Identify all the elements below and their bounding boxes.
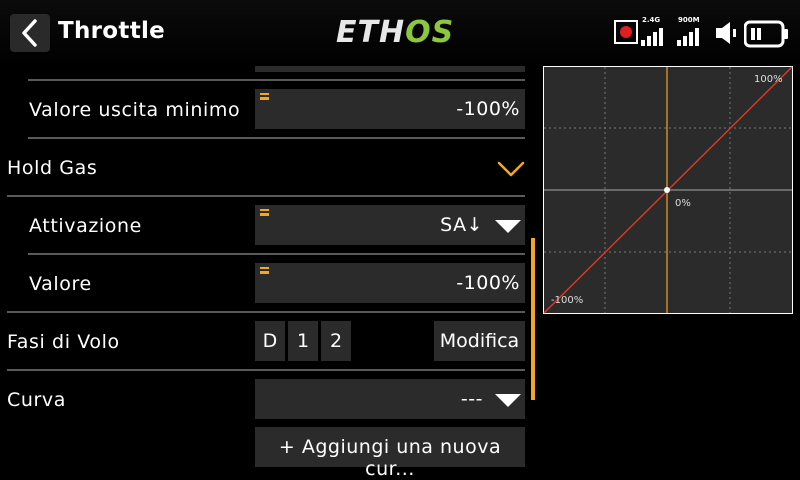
graph-min-label: -100%: [551, 295, 583, 306]
curve-label: Curva: [7, 389, 67, 411]
curve-graph: 100% 0% -100%: [543, 66, 793, 314]
edit-indicator-icon: [260, 209, 269, 216]
min-output-value: -100%: [456, 98, 520, 120]
flight-mode-d-button[interactable]: D: [255, 321, 285, 361]
separator: [7, 311, 525, 313]
record-icon: [614, 20, 638, 44]
previous-field: [255, 66, 525, 72]
activation-label: Attivazione: [29, 215, 142, 237]
edit-flight-modes-button[interactable]: Modifica: [434, 321, 525, 361]
page-title: Throttle: [58, 18, 166, 44]
separator: [7, 369, 525, 371]
back-icon[interactable]: [10, 14, 50, 52]
activation-value: SA↓: [440, 214, 483, 236]
graph-max-label: 100%: [754, 74, 783, 85]
min-output-field[interactable]: -100%: [255, 89, 525, 129]
rx-2g4-signal-icon: 2.4G: [640, 16, 668, 46]
add-curve-button[interactable]: + Aggiungi una nuova cur...: [255, 427, 525, 480]
value-field[interactable]: -100%: [255, 263, 525, 303]
dropdown-arrow-icon: [495, 220, 521, 233]
separator: [7, 195, 525, 197]
header-bar: Throttle ETHOS 2.4G 900M: [0, 0, 800, 66]
volume-icon[interactable]: [714, 20, 742, 46]
separator: [28, 137, 525, 139]
min-output-label: Valore uscita minimo: [29, 99, 241, 121]
value-value: -100%: [456, 272, 520, 294]
add-curve-label: + Aggiungi una nuova cur...: [278, 436, 502, 480]
hold-gas-label: Hold Gas: [7, 157, 98, 179]
graph-center-label: 0%: [675, 198, 691, 209]
chevron-down-icon[interactable]: [497, 160, 525, 178]
separator: [28, 253, 525, 255]
value-label: Valore: [29, 273, 92, 295]
separator: [28, 79, 525, 81]
rx-900m-signal-icon: 900M: [676, 16, 706, 46]
edit-indicator-icon: [260, 267, 269, 274]
curve-point: [664, 187, 670, 193]
curve-value: ---: [460, 388, 483, 410]
battery-icon: [744, 20, 788, 48]
curve-select[interactable]: ---: [255, 379, 525, 419]
ethos-logo: ETHOS: [336, 15, 455, 50]
flight-mode-2-button[interactable]: 2: [321, 321, 351, 361]
flight-mode-1-button[interactable]: 1: [288, 321, 318, 361]
activation-select[interactable]: SA↓: [255, 205, 525, 245]
scrollbar[interactable]: [531, 238, 535, 400]
edit-indicator-icon: [260, 93, 269, 100]
dropdown-arrow-icon: [495, 394, 521, 407]
flight-modes-label: Fasi di Volo: [7, 331, 120, 353]
